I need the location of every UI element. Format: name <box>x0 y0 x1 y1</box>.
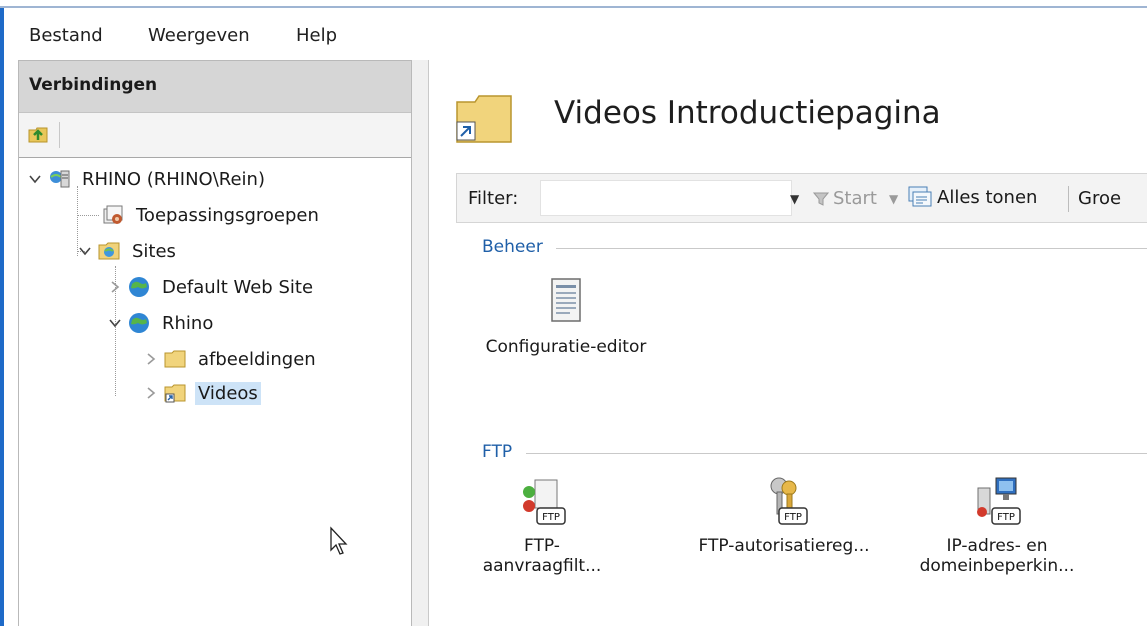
chevron-right-icon[interactable] <box>143 351 159 367</box>
toolbar-separator <box>1068 186 1069 212</box>
connections-panel: Verbindingen RHINO (RHINO\Rein) Toepassi… <box>18 60 412 626</box>
configuration-editor-icon <box>551 278 581 322</box>
virtual-folder-icon <box>456 95 512 143</box>
section-divider <box>526 453 1147 454</box>
window-left-border <box>0 8 4 626</box>
page-title: Videos Introductiepagina <box>554 95 941 131</box>
ftp-authorization-icon: FTP <box>770 477 808 525</box>
tree-item-default-web-site[interactable]: Default Web Site <box>107 270 316 304</box>
feature-ftp-request-filtering[interactable]: FTP FTP-aanvraagfilt... <box>467 474 617 576</box>
tree-item-sites[interactable]: Sites <box>77 234 179 268</box>
show-all-label: Alles tonen <box>937 186 1038 208</box>
feature-ip-domain-restrictions[interactable]: FTP IP-adres- en domeinbeperkin... <box>907 474 1087 576</box>
feature-label: FTP-aanvraagfilt... <box>482 536 602 576</box>
mouse-cursor-icon <box>330 526 348 555</box>
menu-bar: Bestand Weergeven Help <box>4 8 1147 60</box>
feature-label: Configuratie-editor <box>485 337 647 357</box>
chevron-down-icon[interactable] <box>107 315 123 331</box>
feature-label-line2: domeinbeperkin... <box>919 556 1075 576</box>
sites-folder-icon <box>97 239 121 263</box>
tree-item-afbeeldingen[interactable]: afbeeldingen <box>143 342 319 376</box>
tree-connector <box>77 215 99 216</box>
tree-item-label: Videos <box>195 381 261 405</box>
filter-dropdown-icon[interactable]: ▼ <box>790 192 799 206</box>
globe-icon <box>127 275 151 299</box>
show-all-icon <box>908 186 932 207</box>
section-heading-ftp: FTP <box>482 442 513 462</box>
tree-item-videos[interactable]: Videos <box>143 376 261 410</box>
chevron-down-icon[interactable] <box>27 171 43 187</box>
start-button[interactable]: Start <box>813 188 877 209</box>
menu-bestand[interactable]: Bestand <box>29 25 103 46</box>
features-view: Videos Introductiepagina Filter: ▼ Start… <box>428 60 1147 626</box>
funnel-icon <box>813 192 829 206</box>
menu-weergeven[interactable]: Weergeven <box>148 25 250 46</box>
filter-toolbar: Filter: ▼ Start ▼ Alles tonen Groe <box>456 173 1147 223</box>
ip-domain-restrictions-icon: FTP <box>977 477 1021 525</box>
start-label: Start <box>833 188 877 209</box>
filter-label: Filter: <box>468 188 519 209</box>
ftp-request-filtering-icon: FTP <box>523 479 566 525</box>
toolbar-separator <box>59 122 60 148</box>
feature-ftp-authorization[interactable]: FTP FTP-autorisatiereg... <box>669 474 899 556</box>
folder-icon <box>163 347 187 371</box>
svg-text:FTP: FTP <box>784 512 802 523</box>
panel-divider[interactable] <box>412 60 428 626</box>
virtual-folder-icon <box>163 381 187 405</box>
feature-label-line1: IP-adres- en <box>946 536 1048 556</box>
feature-configuration-editor[interactable]: Configuratie-editor <box>461 275 671 357</box>
tree-item-label: Rhino <box>162 312 214 334</box>
tree-item-label: Toepassingsgroepen <box>136 204 319 226</box>
filter-input[interactable] <box>540 180 792 216</box>
start-dropdown-icon[interactable]: ▼ <box>889 192 898 206</box>
tree-item-rhino[interactable]: Rhino <box>107 306 216 340</box>
tree-item-label: RHINO (RHINO\Rein) <box>82 168 265 190</box>
show-all-button[interactable]: Alles tonen <box>907 184 1037 210</box>
section-divider <box>556 248 1147 249</box>
chevron-right-icon[interactable] <box>143 385 159 401</box>
tree-item-label: afbeeldingen <box>198 348 316 370</box>
globe-icon <box>127 311 151 335</box>
up-level-icon[interactable] <box>27 123 49 145</box>
menu-help[interactable]: Help <box>296 25 337 46</box>
connections-toolbar <box>19 113 411 158</box>
svg-text:FTP: FTP <box>997 512 1015 523</box>
chevron-down-icon[interactable] <box>77 243 93 259</box>
connections-tree: RHINO (RHINO\Rein) Toepassingsgroepen Si… <box>19 158 411 618</box>
window-top-border <box>0 0 1147 8</box>
connections-header: Verbindingen <box>19 61 411 113</box>
svg-text:FTP: FTP <box>542 512 560 523</box>
section-heading-beheer: Beheer <box>482 237 543 257</box>
tree-item-app-pools[interactable]: Toepassingsgroepen <box>101 198 322 232</box>
server-icon <box>47 167 71 191</box>
tree-item-label: Default Web Site <box>162 276 314 298</box>
chevron-right-icon[interactable] <box>107 279 123 295</box>
group-by-button[interactable]: Groe <box>1078 188 1121 209</box>
tree-item-server[interactable]: RHINO (RHINO\Rein) <box>27 162 268 196</box>
feature-label: FTP-autorisatiereg... <box>698 536 870 556</box>
app-pools-icon <box>101 203 125 227</box>
tree-item-label: Sites <box>132 240 176 262</box>
